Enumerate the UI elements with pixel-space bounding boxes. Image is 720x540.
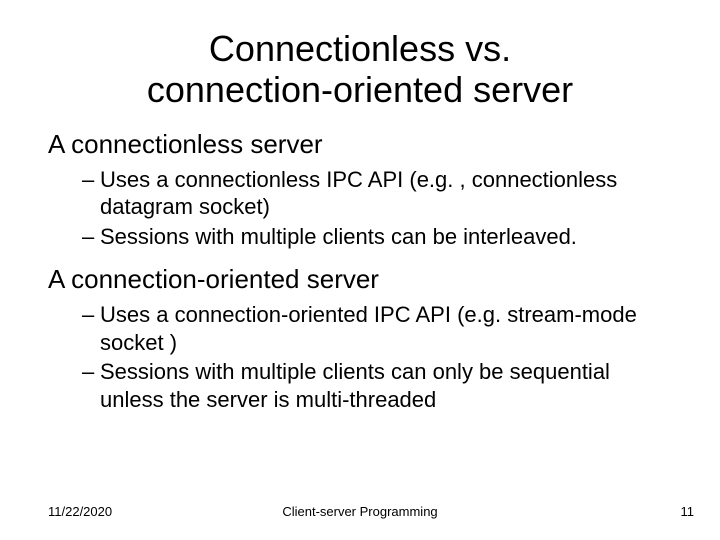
list-item: Uses a connection-oriented IPC API (e.g.… <box>82 301 672 356</box>
list-item: Sessions with multiple clients can be in… <box>82 223 672 251</box>
slide-footer: 11/22/2020 Client-server Programming 11 <box>0 504 720 524</box>
slide: Connectionless vs. connection-oriented s… <box>0 0 720 540</box>
footer-title: Client-server Programming <box>0 504 720 519</box>
list-item: Uses a connectionless IPC API (e.g. , co… <box>82 166 672 221</box>
bullet-list-2: Uses a connection-oriented IPC API (e.g.… <box>48 301 672 413</box>
bullet-list-1: Uses a connectionless IPC API (e.g. , co… <box>48 166 672 251</box>
list-item: Sessions with multiple clients can only … <box>82 358 672 413</box>
title-line-2: connection-oriented server <box>147 69 573 110</box>
footer-page-number: 11 <box>681 504 695 519</box>
section-heading-2: A connection-oriented server <box>48 264 672 295</box>
section-heading-1: A connectionless server <box>48 129 672 160</box>
slide-title: Connectionless vs. connection-oriented s… <box>48 28 672 111</box>
title-line-1: Connectionless vs. <box>209 28 511 69</box>
